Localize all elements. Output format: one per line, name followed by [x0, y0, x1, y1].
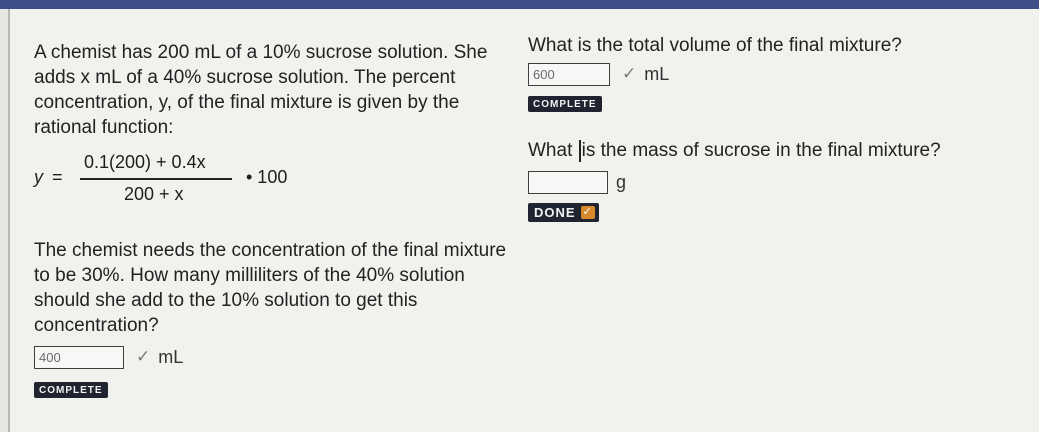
text-cursor: [578, 139, 581, 162]
left-column: A chemist has 200 mL of a 10% sucrose so…: [34, 40, 514, 398]
question1-complete-badge: COMPLETE: [34, 382, 108, 398]
question3-done-button[interactable]: DONE ✓: [528, 203, 599, 222]
question1-answer-input[interactable]: 400: [34, 345, 124, 369]
formula-numerator: 0.1(200) + 0.4x: [84, 152, 206, 172]
question1-text: The chemist needs the concentration of t…: [34, 240, 507, 336]
question3-answer-row: g: [528, 169, 1028, 195]
question3-text-after: is the mass of sucrose in the final mixt…: [581, 140, 941, 161]
problem-statement: A chemist has 200 mL of a 10% sucrose so…: [34, 42, 488, 138]
question3-unit: g: [616, 171, 627, 192]
question2-complete-badge: COMPLETE: [528, 96, 602, 112]
question1-answer-row: 400 ✓ mL: [34, 344, 514, 370]
question1-unit: mL: [158, 346, 184, 367]
question2-text: What is the total volume of the final mi…: [528, 35, 902, 56]
formula-lhs: y: [34, 167, 43, 187]
question2-check-icon: ✓: [622, 64, 637, 83]
question3-answer-input[interactable]: [528, 170, 608, 194]
formula-equals: =: [52, 167, 63, 187]
formula-multiplier: • 100: [246, 167, 288, 187]
right-column: What is the total volume of the final mi…: [528, 33, 1028, 222]
question2-answer-row: 600 ✓ mL: [528, 61, 1028, 87]
rational-function-formula: y = 0.1(200) + 0.4x 200 + x • 100: [34, 146, 514, 212]
done-check-icon: ✓: [580, 206, 595, 219]
question2-answer-input[interactable]: 600: [528, 62, 610, 86]
formula-fraction-bar: [80, 178, 232, 180]
question1-check-icon: ✓: [136, 347, 151, 366]
question3-text-before: What: [528, 140, 578, 161]
question3-text: What is the mass of sucrose in the final…: [528, 138, 1028, 163]
question3-done-label: DONE: [534, 205, 576, 220]
formula-denominator: 200 + x: [124, 184, 184, 204]
question2-unit: mL: [644, 63, 670, 84]
top-bar: [0, 0, 1039, 9]
